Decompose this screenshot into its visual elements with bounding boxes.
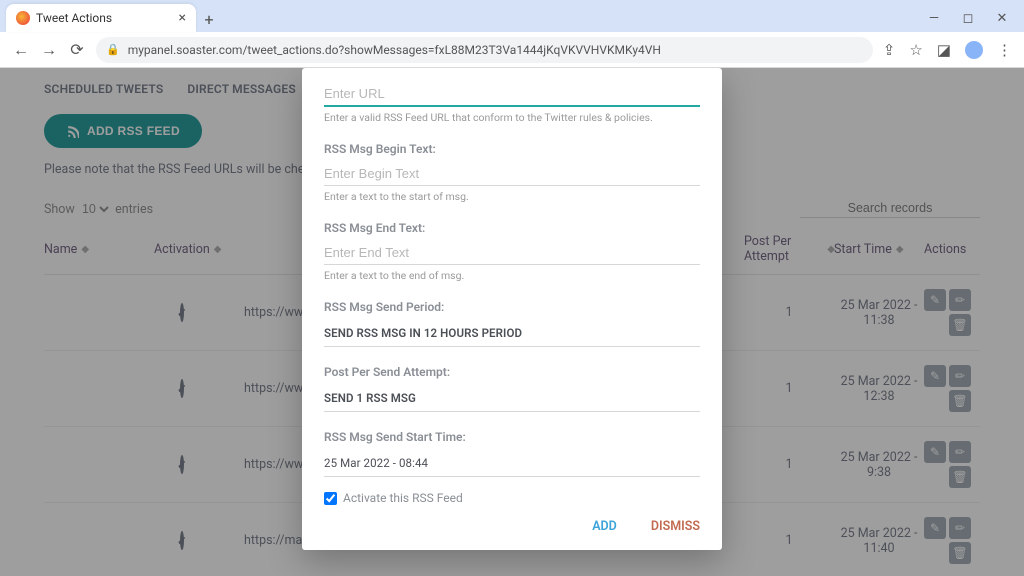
close-icon[interactable]: ×	[179, 10, 186, 26]
period-label: RSS Msg Send Period:	[324, 300, 700, 314]
url-text: mypanel.soaster.com/tweet_actions.do?sho…	[128, 43, 661, 57]
activate-label: Activate this RSS Feed	[343, 491, 463, 505]
address-bar[interactable]: 🔒 mypanel.soaster.com/tweet_actions.do?s…	[96, 37, 873, 63]
url-help: Enter a valid RSS Feed URL that conform …	[324, 111, 700, 124]
back-icon[interactable]: ←	[12, 40, 30, 60]
tab-title: Tweet Actions	[36, 11, 112, 25]
rss-url-input[interactable]	[324, 82, 700, 107]
begin-text-input[interactable]	[324, 162, 700, 186]
end-help: Enter a text to the end of msg.	[324, 269, 700, 282]
share-icon[interactable]: ⇪	[883, 41, 896, 59]
reload-icon[interactable]: ⟳	[68, 40, 86, 59]
begin-help: Enter a text to the start of msg.	[324, 190, 700, 203]
favicon	[16, 11, 30, 25]
end-text-input[interactable]	[324, 241, 700, 265]
end-label: RSS Msg End Text:	[324, 221, 700, 235]
dismiss-button[interactable]: DISMISS	[651, 519, 700, 534]
ppa-label: Post Per Send Attempt:	[324, 365, 700, 379]
new-tab-button[interactable]: +	[196, 6, 222, 32]
start-label: RSS Msg Send Start Time:	[324, 430, 700, 444]
ppa-select[interactable]: SEND 1 RSS MSG	[324, 385, 700, 412]
add-button[interactable]: ADD	[592, 519, 617, 534]
extension-icon[interactable]: ◪	[937, 41, 951, 59]
window-controls: — ◻ ✕	[926, 11, 1024, 32]
avatar[interactable]	[965, 41, 983, 59]
menu-icon[interactable]: ⋮	[997, 41, 1012, 59]
browser-toolbar: ← → ⟳ 🔒 mypanel.soaster.com/tweet_action…	[0, 32, 1024, 68]
minimize-icon[interactable]: —	[926, 11, 942, 26]
maximize-icon[interactable]: ◻	[960, 11, 976, 26]
bookmark-icon[interactable]: ☆	[909, 41, 922, 59]
lock-icon: 🔒	[106, 43, 120, 56]
begin-label: RSS Msg Begin Text:	[324, 142, 700, 156]
browser-tab[interactable]: Tweet Actions ×	[6, 4, 196, 32]
browser-tab-strip: Tweet Actions × + — ◻ ✕	[0, 0, 1024, 32]
period-select[interactable]: SEND RSS MSG IN 12 HOURS PERIOD	[324, 320, 700, 347]
add-rss-modal: Enter a valid RSS Feed URL that conform …	[302, 68, 722, 550]
activate-checkbox[interactable]: Activate this RSS Feed	[324, 491, 700, 505]
activate-checkbox-input[interactable]	[324, 492, 337, 505]
start-time-input[interactable]: 25 Mar 2022 - 08:44	[324, 450, 700, 477]
window-close-icon[interactable]: ✕	[994, 11, 1010, 26]
forward-icon[interactable]: →	[40, 40, 58, 60]
